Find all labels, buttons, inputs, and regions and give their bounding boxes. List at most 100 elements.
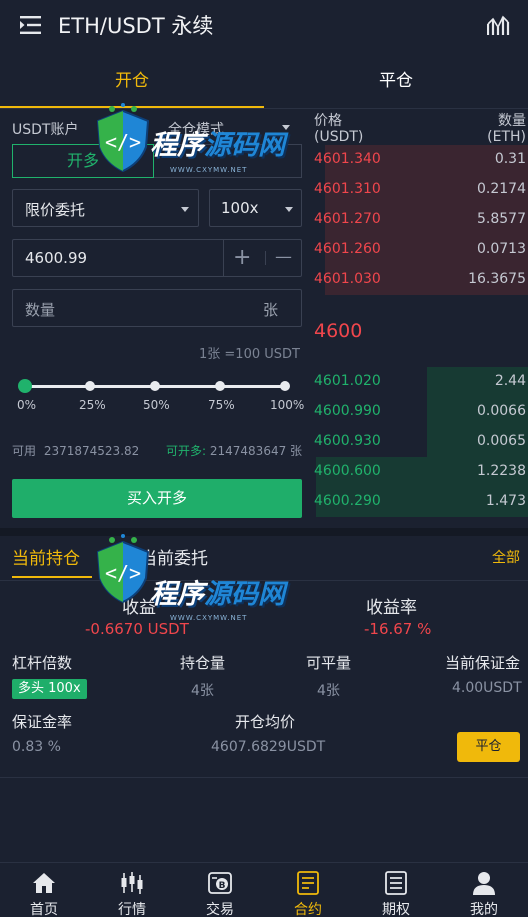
nav-label: 合约: [294, 902, 322, 917]
can-open-value: 2147483647 张: [209, 444, 303, 458]
tab-open[interactable]: 开仓: [0, 56, 264, 108]
page-title[interactable]: ETH/USDT 永续: [58, 10, 213, 40]
nav-trade[interactable]: B 交易: [176, 863, 264, 917]
qty-header: 数量: [498, 113, 526, 129]
orderbook-qty: 5.8577: [477, 211, 526, 227]
svg-text:</>: </>: [105, 130, 141, 154]
slider-stop[interactable]: [280, 381, 290, 391]
orderbook-price: 4601.270: [314, 211, 381, 227]
margin-label: 当前保证金: [445, 654, 521, 672]
orderbook-bid-row[interactable]: 4600.600 1.2238: [314, 457, 528, 487]
orderbook-price: 4601.260: [314, 241, 381, 257]
tab-underline: [12, 576, 92, 578]
watermark-main-a: 程序: [150, 130, 204, 161]
orderbook-ask-row[interactable]: 4601.340 0.31: [314, 145, 528, 175]
open-close-tabs: 开仓 平仓: [0, 56, 528, 108]
divider: [265, 251, 266, 265]
max-open-long: 可开多: 2147483647 张: [166, 442, 302, 459]
menu-icon[interactable]: [20, 15, 42, 35]
closable-label: 可平量: [306, 654, 352, 672]
slider-label: 50%: [143, 398, 170, 412]
minus-icon[interactable]: —: [275, 247, 292, 267]
slider-label: 25%: [79, 398, 106, 412]
slider-label: 0%: [17, 398, 37, 412]
available-balance: 可用 2371874523.82: [12, 442, 139, 459]
orderbook-qty: 0.0065: [477, 433, 526, 449]
tab-close[interactable]: 平仓: [264, 56, 528, 108]
account-label[interactable]: USDT账户: [12, 119, 78, 139]
close-position-button[interactable]: 平仓: [457, 732, 520, 762]
slider-stop[interactable]: [150, 381, 160, 391]
orderbook-price: 4600.990: [314, 403, 381, 419]
avg-price-value: 4607.6829USDT: [211, 739, 326, 755]
svg-text:B: B: [219, 881, 226, 891]
leverage-value: 100x: [221, 199, 259, 217]
long-leverage-badge: 多头 100x: [12, 679, 87, 699]
kline-chart-icon[interactable]: [487, 14, 511, 36]
user-icon: [471, 870, 497, 896]
nav-label: 交易: [206, 902, 234, 917]
orderbook-ask-row[interactable]: 4601.270 5.8577: [314, 205, 528, 235]
nav-market[interactable]: 行情: [88, 863, 176, 917]
leverage-select[interactable]: 100x: [209, 189, 302, 227]
contract-icon: [295, 870, 321, 896]
nav-label: 我的: [470, 902, 498, 917]
size-value: 4张: [191, 683, 214, 699]
can-open-label: 可开多:: [166, 444, 207, 458]
plus-icon[interactable]: +: [233, 245, 251, 270]
orderbook-qty: 0.2174: [477, 181, 526, 197]
watermark-text: 程序源码网: [150, 123, 285, 162]
orderbook-bid-row[interactable]: 4601.020 2.44: [314, 367, 528, 397]
quantity-unit: 张: [263, 301, 279, 319]
slider-stop[interactable]: [85, 381, 95, 391]
options-icon: [383, 870, 409, 896]
margin-ratio-value: 0.83 %: [12, 739, 61, 755]
tab-current-positions[interactable]: 当前持仓: [12, 544, 80, 569]
order-type-select[interactable]: 限价委托: [12, 189, 199, 227]
price-header: 价格: [314, 113, 342, 129]
orderbook-bid-row[interactable]: 4600.930 0.0065: [314, 427, 528, 457]
contract-size-note: 1张 =100 USDT: [199, 347, 300, 362]
orderbook-ask-row[interactable]: 4601.310 0.2174: [314, 175, 528, 205]
orderbook-price-header: 价格 (USDT): [314, 113, 363, 145]
nav-contract[interactable]: 合约: [264, 863, 352, 917]
buy-open-long-button[interactable]: 买入开多: [12, 479, 302, 518]
slider-label: 75%: [208, 398, 235, 412]
view-all-link[interactable]: 全部: [492, 547, 520, 567]
nav-label: 期权: [382, 902, 410, 917]
price-input[interactable]: 4600.99 + —: [12, 239, 302, 277]
orderbook-ask-row[interactable]: 4601.030 16.3675: [314, 265, 528, 295]
quantity-slider-handle[interactable]: [18, 379, 32, 393]
watermark-text: 程序源码网: [150, 572, 285, 611]
qty-unit: (ETH): [487, 129, 526, 145]
chevron-down-icon: [285, 207, 293, 212]
section-divider: [0, 528, 528, 536]
orderbook-qty: 1.473: [485, 493, 526, 509]
orderbook-qty-header: 数量 (ETH): [487, 113, 526, 145]
margin-ratio-label: 保证金率: [12, 713, 73, 731]
size-label: 持仓量: [180, 654, 226, 672]
slider-stop[interactable]: [215, 381, 225, 391]
nav-options[interactable]: 期权: [352, 863, 440, 917]
divider: [0, 777, 528, 778]
divider: [0, 108, 528, 109]
nav-mine[interactable]: 我的: [440, 863, 528, 917]
watermark-sub: WWW.CXYMW.NET: [170, 614, 248, 622]
closable-value: 4张: [317, 683, 340, 699]
svg-text:</>: </>: [105, 561, 141, 585]
orderbook-price: 4601.020: [314, 373, 381, 389]
chevron-down-icon: [181, 207, 189, 212]
exchange-icon: B: [207, 870, 233, 896]
nav-home[interactable]: 首页: [0, 863, 88, 917]
last-price: 4600: [314, 320, 363, 342]
orderbook-price: 4601.030: [314, 271, 381, 287]
watermark-logo: </>: [92, 103, 154, 173]
orderbook-qty: 2.44: [494, 373, 526, 389]
orderbook-bid-row[interactable]: 4600.990 0.0066: [314, 397, 528, 427]
orderbook-ask-row[interactable]: 4601.260 0.0713: [314, 235, 528, 265]
orderbook-qty: 0.0713: [477, 241, 526, 257]
watermark-sub: WWW.CXYMW.NET: [170, 166, 248, 174]
orderbook-bid-row[interactable]: 4600.290 1.473: [314, 487, 528, 517]
orderbook-price: 4601.310: [314, 181, 381, 197]
quantity-input[interactable]: 数量 张: [12, 289, 302, 327]
